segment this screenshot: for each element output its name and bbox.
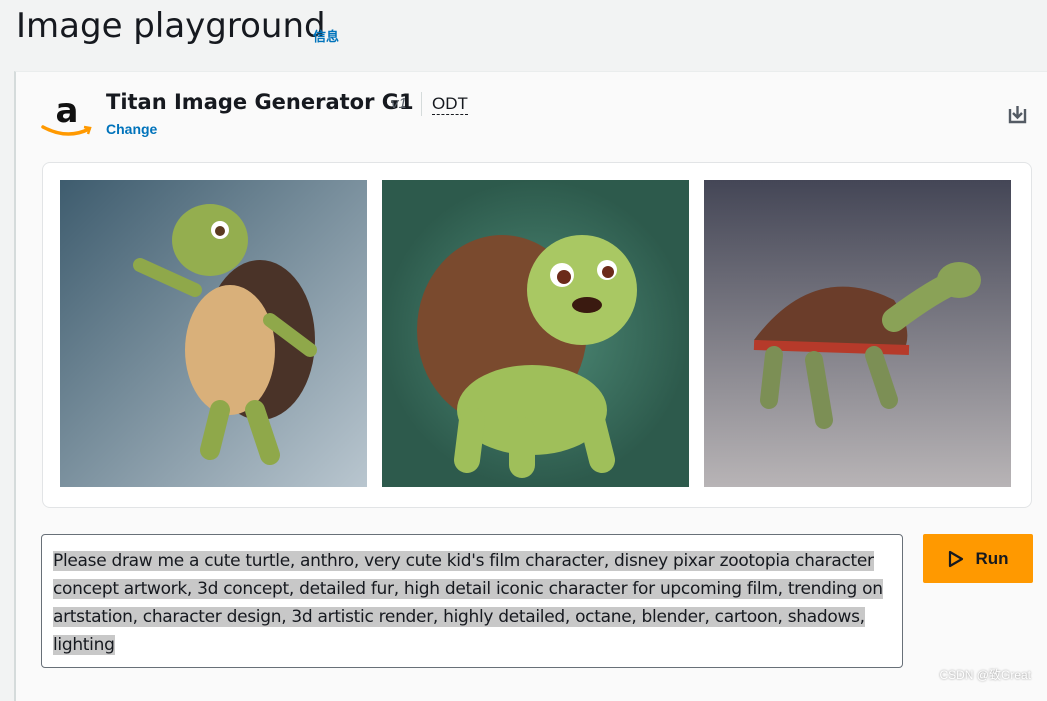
prompt-text: Please draw me a cute turtle, anthro, ve… bbox=[53, 551, 883, 655]
model-version: v1 bbox=[391, 95, 407, 112]
page-title: Image playground bbox=[16, 6, 326, 46]
watermark: CSDN @致Great bbox=[939, 668, 1031, 682]
model-name: Titan Image Generator G1 bbox=[106, 90, 414, 114]
amazon-logo-icon: a bbox=[41, 92, 92, 136]
run-label: Run bbox=[975, 548, 1009, 568]
model-mode[interactable]: ODT bbox=[432, 94, 468, 115]
generated-image-1[interactable] bbox=[60, 180, 367, 487]
info-link[interactable]: 信息 bbox=[313, 26, 339, 45]
prompt-input[interactable]: Please draw me a cute turtle, anthro, ve… bbox=[41, 534, 903, 668]
play-icon bbox=[949, 550, 964, 567]
svg-text:a: a bbox=[56, 92, 79, 131]
change-model-link[interactable]: Change bbox=[106, 121, 157, 137]
generated-image-3[interactable] bbox=[704, 180, 1011, 487]
download-icon[interactable] bbox=[1008, 105, 1027, 124]
generated-image-2[interactable] bbox=[382, 180, 689, 487]
run-button[interactable]: Run bbox=[923, 534, 1033, 583]
divider bbox=[421, 92, 422, 116]
